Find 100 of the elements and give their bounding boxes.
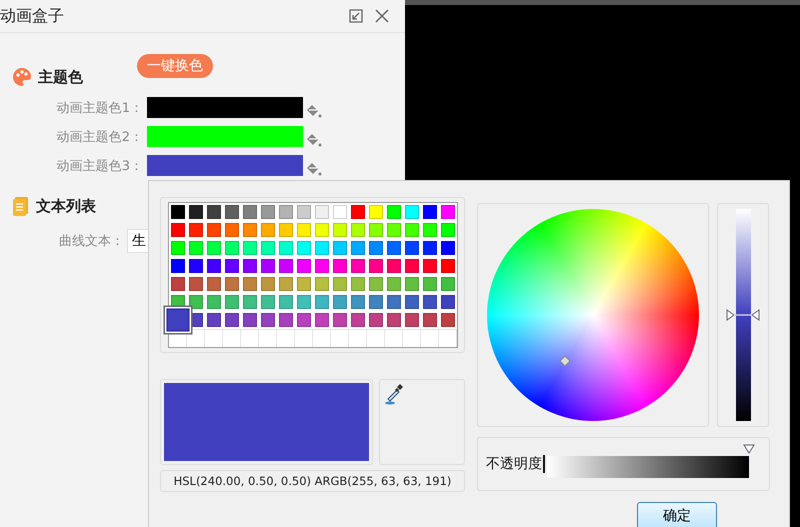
palette-swatch[interactable] <box>164 306 192 334</box>
palette-swatch[interactable] <box>385 239 403 257</box>
ok-button[interactable]: 确定 <box>637 502 717 527</box>
palette-swatch[interactable] <box>205 239 223 257</box>
palette-swatch[interactable] <box>223 221 241 239</box>
palette-swatch[interactable] <box>313 257 331 275</box>
palette-swatch[interactable] <box>313 203 331 221</box>
palette-swatch[interactable] <box>421 257 439 275</box>
palette-swatch[interactable] <box>169 239 187 257</box>
palette-swatch[interactable] <box>277 239 295 257</box>
palette-swatch[interactable] <box>367 239 385 257</box>
palette-swatch[interactable] <box>331 275 349 293</box>
palette-swatch[interactable] <box>205 203 223 221</box>
palette-swatch[interactable] <box>331 239 349 257</box>
palette-swatch[interactable] <box>367 311 385 329</box>
palette-swatch[interactable] <box>223 275 241 293</box>
palette-swatch[interactable] <box>205 221 223 239</box>
palette-swatch[interactable] <box>439 221 457 239</box>
color-swatch[interactable] <box>147 97 303 118</box>
color-swatch[interactable] <box>147 155 303 176</box>
palette-swatch[interactable] <box>385 275 403 293</box>
palette-swatch[interactable] <box>403 221 421 239</box>
palette-swatch[interactable] <box>421 275 439 293</box>
palette-swatch[interactable] <box>259 275 277 293</box>
palette-swatch[interactable] <box>187 257 205 275</box>
palette-swatch[interactable] <box>241 203 259 221</box>
paint-bucket-icon[interactable] <box>305 160 323 176</box>
palette-swatch[interactable] <box>439 257 457 275</box>
palette-swatch[interactable] <box>295 275 313 293</box>
palette-swatch[interactable] <box>259 203 277 221</box>
palette-swatch[interactable] <box>439 311 457 329</box>
palette-swatch[interactable] <box>331 257 349 275</box>
palette-swatch[interactable] <box>295 257 313 275</box>
palette-swatch[interactable] <box>349 203 367 221</box>
palette-swatch[interactable] <box>169 203 187 221</box>
slider-thumb[interactable] <box>726 309 760 321</box>
palette-swatch[interactable] <box>169 221 187 239</box>
palette-swatch[interactable] <box>277 293 295 311</box>
palette-swatch[interactable] <box>241 257 259 275</box>
palette-swatch[interactable] <box>349 275 367 293</box>
palette-swatch[interactable] <box>187 203 205 221</box>
palette-swatch[interactable] <box>421 203 439 221</box>
palette-swatch[interactable] <box>187 239 205 257</box>
palette-swatch[interactable] <box>223 239 241 257</box>
palette-swatch[interactable] <box>421 293 439 311</box>
palette-swatch[interactable] <box>403 275 421 293</box>
paint-bucket-icon[interactable] <box>305 102 323 118</box>
palette-swatch[interactable] <box>439 203 457 221</box>
palette-swatch[interactable] <box>223 257 241 275</box>
palette-swatch[interactable] <box>223 311 241 329</box>
palette-swatch[interactable] <box>385 257 403 275</box>
palette-swatch[interactable] <box>367 221 385 239</box>
palette-swatch[interactable] <box>205 293 223 311</box>
palette-swatch[interactable] <box>313 239 331 257</box>
palette-swatch[interactable] <box>385 221 403 239</box>
palette-swatch[interactable] <box>349 239 367 257</box>
palette-swatch[interactable] <box>277 311 295 329</box>
palette-swatch[interactable] <box>241 275 259 293</box>
palette-swatch[interactable] <box>385 293 403 311</box>
palette-swatch[interactable] <box>367 257 385 275</box>
close-icon[interactable] <box>374 8 390 24</box>
palette-swatch[interactable] <box>349 221 367 239</box>
palette-swatch[interactable] <box>241 311 259 329</box>
palette-swatch[interactable] <box>403 311 421 329</box>
palette-swatch[interactable] <box>169 275 187 293</box>
palette-swatch[interactable] <box>313 293 331 311</box>
eyedropper-icon[interactable] <box>384 383 404 405</box>
palette-swatch[interactable] <box>259 293 277 311</box>
lightness-slider[interactable] <box>726 209 760 421</box>
palette-swatch[interactable] <box>277 257 295 275</box>
palette-swatch[interactable] <box>259 239 277 257</box>
palette-swatch[interactable] <box>385 311 403 329</box>
palette-swatch[interactable] <box>367 293 385 311</box>
palette-swatch[interactable] <box>259 311 277 329</box>
palette-swatch[interactable] <box>439 239 457 257</box>
palette-swatch[interactable] <box>367 275 385 293</box>
palette-swatch[interactable] <box>439 275 457 293</box>
palette-swatch[interactable] <box>277 275 295 293</box>
paint-bucket-icon[interactable] <box>305 132 323 148</box>
restore-icon[interactable] <box>348 8 364 24</box>
palette-swatch[interactable] <box>385 203 403 221</box>
palette-swatch[interactable] <box>295 293 313 311</box>
palette-swatch[interactable] <box>169 257 187 275</box>
palette-swatch[interactable] <box>367 203 385 221</box>
palette-swatch[interactable] <box>331 293 349 311</box>
palette-swatch[interactable] <box>313 275 331 293</box>
palette-swatch[interactable] <box>421 239 439 257</box>
palette-swatch[interactable] <box>259 257 277 275</box>
palette-swatch[interactable] <box>205 311 223 329</box>
palette-swatch[interactable] <box>295 239 313 257</box>
palette-swatch[interactable] <box>331 221 349 239</box>
palette-swatch[interactable] <box>187 293 205 311</box>
palette-swatch[interactable] <box>187 221 205 239</box>
palette-swatch[interactable] <box>277 203 295 221</box>
wheel-marker-icon[interactable] <box>559 355 571 367</box>
palette-swatch[interactable] <box>205 275 223 293</box>
palette-swatch[interactable] <box>313 311 331 329</box>
palette-swatch[interactable] <box>403 239 421 257</box>
palette-swatch[interactable] <box>241 239 259 257</box>
palette-swatch[interactable] <box>259 221 277 239</box>
